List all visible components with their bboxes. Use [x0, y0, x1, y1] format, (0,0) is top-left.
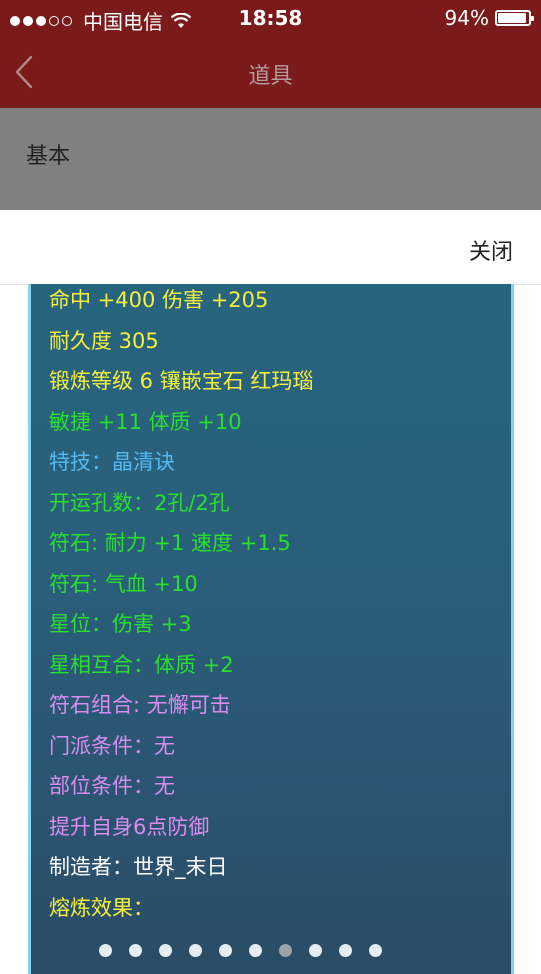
- page-dot[interactable]: [98, 944, 112, 957]
- attribute-line: 符石: 耐力 +1 速度 +1.5: [49, 531, 291, 555]
- attribute-line: 特技：晶清诀: [49, 450, 175, 474]
- page-dot[interactable]: [248, 944, 262, 957]
- attribute-line: 制造者：世界_末日: [49, 855, 228, 879]
- attribute-line: 敏捷 +11 体质 +10: [49, 409, 242, 434]
- page-dot[interactable]: [338, 944, 352, 957]
- attribute-line: 符石: 气血 +10: [49, 571, 198, 596]
- attribute-line: 命中 +400 伤害 +205: [49, 288, 269, 312]
- attribute-line: 耐久度 305: [49, 328, 159, 353]
- battery-icon: [495, 10, 534, 26]
- page-dot[interactable]: [128, 944, 142, 957]
- battery-percent: 94%: [444, 6, 489, 30]
- attribute-list: 命中 +400 伤害 +205 耐久度 305 锻炼等级 6 镶嵌宝石 红玛瑙 敏捷 …: [49, 280, 313, 928]
- page-title: 道具: [248, 64, 293, 89]
- page-dot[interactable]: [188, 944, 202, 957]
- item-detail-panel: 命中 +400 伤害 +205 耐久度 305 锻炼等级 6 镶嵌宝石 红玛瑙 敏捷 …: [28, 284, 514, 974]
- dimmed-background: 基本: [0, 108, 541, 210]
- attribute-line: 熔炼效果：: [49, 895, 154, 920]
- close-button[interactable]: 关闭: [469, 234, 513, 266]
- sheet-header: 关闭: [0, 210, 541, 285]
- attribute-line: 星相互合：体质 +2: [49, 652, 234, 677]
- page-dot[interactable]: [368, 944, 382, 957]
- attribute-line: 锻炼等级 6 镶嵌宝石 红玛瑙: [49, 369, 314, 393]
- attribute-line: 星位：伤害 +3: [49, 612, 192, 636]
- page-dot[interactable]: [278, 944, 292, 957]
- attribute-line: 门派条件：无: [49, 733, 175, 758]
- page-dot[interactable]: [218, 944, 232, 957]
- attribute-line: 部位条件：无: [49, 774, 175, 798]
- status-bar: 中国电信 18:58 94%: [0, 0, 541, 36]
- attribute-line: 提升自身6点防御: [49, 814, 210, 839]
- page-dot[interactable]: [158, 944, 172, 957]
- attribute-line: 符石组合: 无懈可击: [49, 693, 231, 717]
- page-indicator: [0, 944, 480, 957]
- nav-bar: 道具: [0, 36, 541, 108]
- battery-group: 94%: [444, 6, 534, 30]
- attribute-line: 开运孔数：2孔/2孔: [49, 490, 230, 515]
- page-dot[interactable]: [308, 944, 322, 957]
- tab-basic[interactable]: 基本: [26, 138, 70, 170]
